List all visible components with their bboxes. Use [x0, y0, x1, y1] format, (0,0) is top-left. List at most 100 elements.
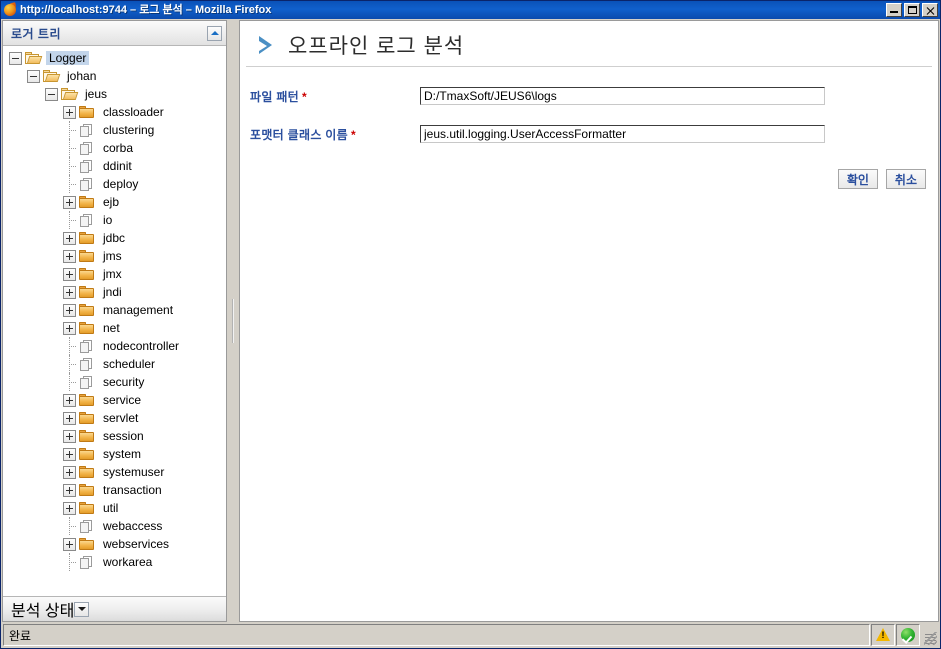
tree-node[interactable]: management [3, 301, 226, 319]
tree-node[interactable]: johan [3, 67, 226, 85]
file-pattern-input[interactable] [420, 87, 825, 105]
tree-node[interactable]: webaccess [3, 517, 226, 535]
collapse-up-button[interactable] [207, 25, 222, 41]
document-icon [79, 375, 96, 389]
green-check-icon [901, 628, 915, 642]
logger-tree-scroll-area[interactable]: Logger johan jeus classloader clustering corb… [3, 46, 226, 596]
tree-node-label: util [103, 501, 119, 515]
tree-node[interactable]: clustering [3, 121, 226, 139]
warning-status-cell[interactable] [871, 624, 895, 646]
tree-node-label: scheduler [103, 357, 156, 371]
triangle-down-icon [77, 607, 86, 611]
expand-node-button[interactable] [63, 411, 76, 425]
tree-node[interactable]: deploy [3, 175, 226, 193]
tree-node-label: nodecontroller [103, 339, 180, 353]
tree-node[interactable]: jms [3, 247, 226, 265]
expand-node-button[interactable] [63, 105, 76, 119]
tree-node-connector [63, 355, 76, 373]
tree-node-label: jeus [85, 87, 108, 101]
content-header: 오프라인 로그 분석 [246, 21, 932, 67]
chevron-right-icon [256, 34, 278, 56]
document-icon [79, 141, 96, 155]
expand-node-button[interactable] [63, 321, 76, 335]
expand-node-button[interactable] [63, 231, 76, 245]
folder-icon [79, 393, 96, 407]
collapse-node-button[interactable] [27, 69, 40, 83]
tree-node[interactable]: security [3, 373, 226, 391]
browser-window: http://localhost:9744 – 로그 분석 – Mozilla … [0, 0, 941, 649]
form-row: 파일 패턴 * [250, 87, 938, 105]
tree-node[interactable]: webservices [3, 535, 226, 553]
tree-node[interactable]: transaction [3, 481, 226, 499]
tree-node[interactable]: jeus [3, 85, 226, 103]
expand-node-button[interactable] [63, 285, 76, 299]
status-bar: 완료 [3, 624, 938, 646]
tree-node[interactable]: service [3, 391, 226, 409]
split-container: 로거 트리 Logger johan jeus classloader clusteri… [2, 20, 939, 622]
document-icon [79, 339, 96, 353]
tree-node-connector [63, 157, 76, 175]
splitter-grip [232, 299, 234, 343]
expand-node-button[interactable] [63, 429, 76, 443]
tree-node-label: io [103, 213, 113, 227]
security-status-cell[interactable] [896, 624, 920, 646]
expand-node-button[interactable] [63, 501, 76, 515]
folder-icon [79, 195, 96, 209]
panel-splitter[interactable] [227, 20, 239, 622]
warning-triangle-icon [875, 628, 891, 642]
expand-down-button[interactable] [74, 601, 90, 617]
cancel-button[interactable]: 취소 [885, 169, 926, 189]
tree-node[interactable]: io [3, 211, 226, 229]
tree-node[interactable]: scheduler [3, 355, 226, 373]
expand-node-button[interactable] [63, 483, 76, 497]
confirm-button[interactable]: 확인 [837, 169, 878, 189]
tree-node-label: net [103, 321, 120, 335]
tree-node[interactable]: nodecontroller [3, 337, 226, 355]
document-icon [79, 177, 96, 191]
resize-grip-icon[interactable] [922, 624, 938, 646]
field-label-text: 파일 패턴 [250, 89, 299, 104]
collapse-node-button[interactable] [9, 51, 22, 65]
expand-node-button[interactable] [63, 303, 76, 317]
logger-tree-header: 로거 트리 [3, 21, 226, 46]
expand-node-button[interactable] [63, 537, 76, 551]
tree-node-label: johan [67, 69, 97, 83]
tree-node[interactable]: servlet [3, 409, 226, 427]
tree-node-connector [63, 553, 76, 571]
tree-node[interactable]: classloader [3, 103, 226, 121]
window-controls [886, 3, 939, 17]
tree-node[interactable]: jdbc [3, 229, 226, 247]
collapse-node-button[interactable] [45, 87, 58, 101]
tree-node[interactable]: ddinit [3, 157, 226, 175]
offline-log-analysis-form: 파일 패턴*포맷터 클래스 이름* [240, 67, 938, 163]
tree-node-label: ejb [103, 195, 120, 209]
folder-icon [79, 231, 96, 245]
close-button[interactable] [922, 3, 938, 17]
tree-node[interactable]: jndi [3, 283, 226, 301]
tree-node[interactable]: corba [3, 139, 226, 157]
expand-node-button[interactable] [63, 465, 76, 479]
tree-node[interactable]: ejb [3, 193, 226, 211]
tree-node[interactable]: net [3, 319, 226, 337]
expand-node-button[interactable] [63, 249, 76, 263]
tree-node-label: session [103, 429, 144, 443]
maximize-button[interactable] [904, 3, 920, 17]
expand-node-button[interactable] [63, 267, 76, 281]
folder-icon [79, 321, 96, 335]
tree-node[interactable]: system [3, 445, 226, 463]
tree-node[interactable]: jmx [3, 265, 226, 283]
formatter-class-name-input[interactable] [420, 125, 825, 143]
tree-node[interactable]: Logger [3, 49, 226, 67]
expand-node-button[interactable] [63, 393, 76, 407]
tree-node[interactable]: session [3, 427, 226, 445]
tree-node[interactable]: util [3, 499, 226, 517]
tree-node-label: system [103, 447, 142, 461]
logger-tree: Logger johan jeus classloader clustering corb… [3, 46, 226, 571]
folder-icon [79, 411, 96, 425]
tree-node-label: jms [103, 249, 122, 263]
tree-node[interactable]: systemuser [3, 463, 226, 481]
minimize-button[interactable] [886, 3, 902, 17]
tree-node[interactable]: workarea [3, 553, 226, 571]
expand-node-button[interactable] [63, 447, 76, 461]
expand-node-button[interactable] [63, 195, 76, 209]
